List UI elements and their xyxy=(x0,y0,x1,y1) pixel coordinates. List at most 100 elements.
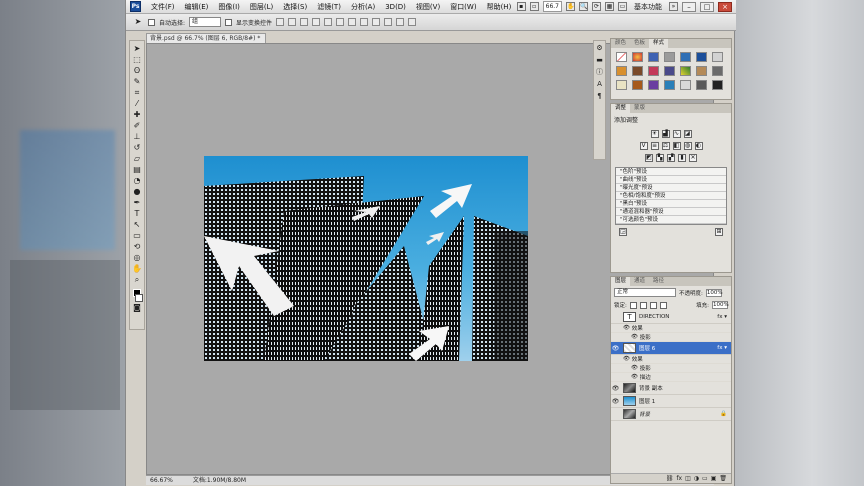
style-swatch[interactable] xyxy=(632,52,643,62)
status-zoom[interactable]: 66.67% xyxy=(150,476,173,485)
menu-edit[interactable]: 编辑(E) xyxy=(180,0,214,14)
mini-bridge-icon[interactable]: ▫ xyxy=(529,2,539,11)
3d-rotate-tool-icon[interactable]: ⟲ xyxy=(131,242,143,252)
align-top-icon[interactable] xyxy=(276,18,285,26)
fx-icon[interactable]: fx ▾ xyxy=(717,314,731,320)
threshold-icon[interactable]: ▞ xyxy=(667,154,675,162)
layer-effects-row[interactable]: 👁 效果 xyxy=(611,355,731,364)
distribute-left-icon[interactable] xyxy=(384,18,393,26)
visibility-eye-icon[interactable]: 👁 xyxy=(611,345,620,352)
visibility-eye-icon[interactable] xyxy=(611,411,620,418)
tab-channels[interactable]: 通道 xyxy=(630,277,649,286)
healing-tool-icon[interactable]: ✚ xyxy=(131,110,143,120)
background-color-swatch[interactable] xyxy=(135,294,143,302)
hand-tool-icon[interactable]: ✋ xyxy=(566,2,575,11)
distribute-bottom-icon[interactable] xyxy=(372,18,381,26)
visibility-eye-icon[interactable] xyxy=(611,314,620,321)
exposure-icon[interactable]: ◪ xyxy=(683,130,692,138)
layer-row-background[interactable]: 背景 🔒 xyxy=(611,408,731,421)
blur-tool-icon[interactable]: ◔ xyxy=(131,176,143,186)
zoom-tool-icon-2[interactable]: ⌕ xyxy=(131,275,143,285)
blend-mode-dropdown[interactable]: 正常 xyxy=(614,288,676,297)
close-button[interactable]: × xyxy=(718,1,732,12)
preset-channel-mixer[interactable]: "通道混和器"预设 xyxy=(616,208,726,216)
document-tab[interactable]: 背景.psd @ 66.7% (图层 6, RGB/8#) * xyxy=(146,33,266,43)
preset-selective-color[interactable]: "可选颜色"预设 xyxy=(616,216,726,224)
align-left-icon[interactable] xyxy=(312,18,321,26)
tab-color[interactable]: 颜色 xyxy=(611,39,630,48)
menu-image[interactable]: 图像(I) xyxy=(213,0,245,14)
gradient-tool-icon[interactable]: ▤ xyxy=(131,165,143,175)
clip-to-layer-icon[interactable]: ◲ xyxy=(619,228,627,236)
style-swatch[interactable] xyxy=(616,80,627,90)
menu-view[interactable]: 视图(V) xyxy=(411,0,445,14)
brightness-contrast-icon[interactable]: ☀ xyxy=(650,130,659,138)
fill-input[interactable]: 100% xyxy=(712,301,729,309)
visibility-eye-icon[interactable]: 👁 xyxy=(611,398,620,405)
opacity-input[interactable]: 100% xyxy=(705,288,723,297)
eraser-tool-icon[interactable]: ▱ xyxy=(131,154,143,164)
fx-menu-icon[interactable]: fx xyxy=(676,475,682,482)
preset-exposure[interactable]: "曝光度"预设 xyxy=(616,184,726,192)
workspace-menu-icon[interactable]: » xyxy=(669,2,678,11)
character-panel-icon[interactable]: A xyxy=(595,80,604,89)
quick-mask-icon[interactable]: ◙ xyxy=(131,303,143,313)
distribute-right-icon[interactable] xyxy=(408,18,417,26)
preset-levels[interactable]: "色阶"预设 xyxy=(616,168,726,176)
style-swatch[interactable] xyxy=(680,80,691,90)
eye-icon[interactable]: 👁 xyxy=(623,325,632,331)
hue-saturation-icon[interactable]: ≡ xyxy=(650,142,659,150)
show-transform-checkbox[interactable] xyxy=(225,18,233,26)
quick-select-tool-icon[interactable]: ✎ xyxy=(131,77,143,87)
distribute-top-icon[interactable] xyxy=(348,18,357,26)
auto-select-dropdown[interactable]: 组 xyxy=(189,17,222,27)
delete-layer-icon[interactable]: 🗑 xyxy=(719,475,727,482)
layer-effect-row[interactable]: 👁 描边 xyxy=(611,373,731,382)
style-swatch[interactable] xyxy=(616,52,627,62)
selective-color-icon[interactable]: ✕ xyxy=(689,154,697,162)
auto-select-checkbox[interactable] xyxy=(148,18,155,26)
marquee-tool-icon[interactable]: ⬚ xyxy=(131,55,143,65)
style-swatch[interactable] xyxy=(648,52,659,62)
tab-styles[interactable]: 样式 xyxy=(649,39,669,48)
crop-tool-icon[interactable]: ⌗ xyxy=(131,88,143,98)
move-tool-preset-icon[interactable]: ➤ xyxy=(132,17,144,27)
brush-tool-icon[interactable]: ✐ xyxy=(131,121,143,131)
distribute-hcenter-icon[interactable] xyxy=(396,18,405,26)
tab-masks[interactable]: 蒙版 xyxy=(630,104,649,113)
maximize-button[interactable]: □ xyxy=(700,1,714,12)
eyedropper-tool-icon[interactable]: ⁄ xyxy=(131,99,143,109)
style-swatch[interactable] xyxy=(648,80,659,90)
zoom-tool-icon[interactable]: 🔍 xyxy=(579,2,588,11)
shape-tool-icon[interactable]: ▭ xyxy=(131,231,143,241)
3d-orbit-tool-icon[interactable]: ◎ xyxy=(131,253,143,263)
tab-adjustments[interactable]: 调整 xyxy=(611,104,631,113)
eye-icon[interactable]: 👁 xyxy=(631,334,640,340)
style-swatch[interactable] xyxy=(680,66,691,76)
distribute-vcenter-icon[interactable] xyxy=(360,18,369,26)
pen-tool-icon[interactable]: ✒ xyxy=(131,198,143,208)
preset-curves[interactable]: "曲线"预设 xyxy=(616,176,726,184)
align-hcenter-icon[interactable] xyxy=(324,18,333,26)
canvas-image[interactable] xyxy=(204,156,528,361)
layer-effect-row[interactable]: 👁 投影 xyxy=(611,333,731,342)
levels-icon[interactable]: ▟ xyxy=(661,130,670,138)
paragraph-panel-icon[interactable]: ¶ xyxy=(595,92,604,101)
tab-paths[interactable]: 路径 xyxy=(649,277,668,286)
info-icon[interactable]: ⓘ xyxy=(595,68,604,77)
style-swatch[interactable] xyxy=(712,66,723,76)
brush-panel-icon[interactable]: ▬ xyxy=(595,56,604,65)
menu-analysis[interactable]: 分析(A) xyxy=(346,0,380,14)
menu-layer[interactable]: 图层(L) xyxy=(245,0,278,14)
style-swatch[interactable] xyxy=(712,52,723,62)
black-white-icon[interactable]: ◧ xyxy=(672,142,681,150)
style-swatch[interactable] xyxy=(696,80,707,90)
clone-stamp-tool-icon[interactable]: ⊥ xyxy=(131,132,143,142)
style-swatch[interactable] xyxy=(696,66,707,76)
align-right-icon[interactable] xyxy=(336,18,345,26)
layer-effect-row[interactable]: 👁 投影 xyxy=(611,364,731,373)
rotate-view-icon[interactable]: ⟳ xyxy=(592,2,601,11)
menu-3d[interactable]: 3D(D) xyxy=(380,0,411,14)
align-vcenter-icon[interactable] xyxy=(288,18,297,26)
path-select-tool-icon[interactable]: ↖ xyxy=(131,220,143,230)
